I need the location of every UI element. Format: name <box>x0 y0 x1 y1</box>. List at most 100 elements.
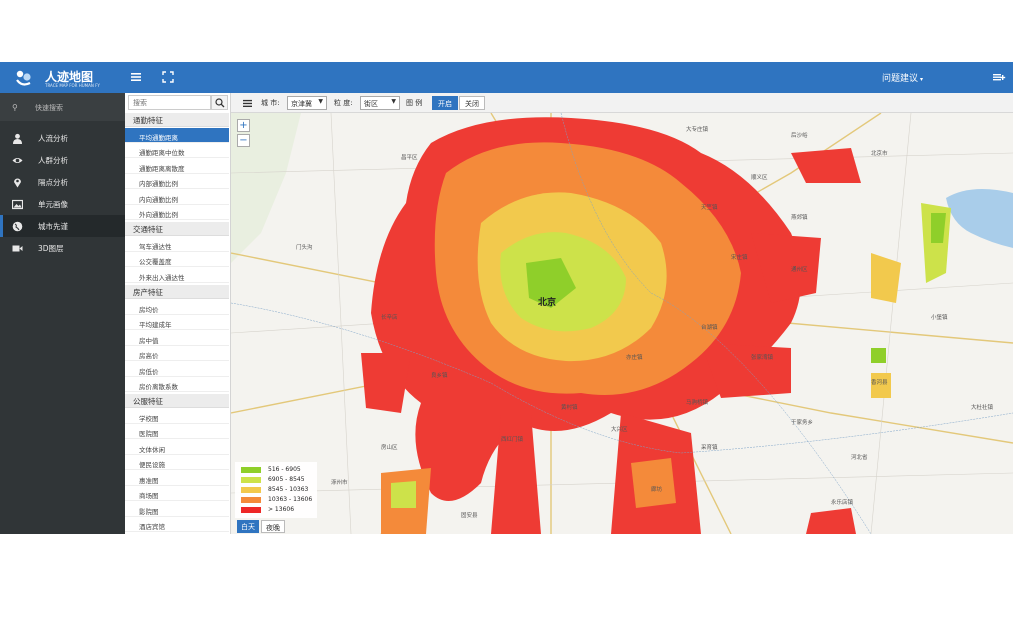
top-header: 人迹地图 TRACE MAP FOR HUMAN FY 问题建议 ▾ <box>0 62 1013 93</box>
zoom-out-button[interactable]: − <box>237 134 250 147</box>
sidebar-item-3d[interactable]: 3D图层 <box>0 237 125 259</box>
indicator-item[interactable]: 通勤距离离散度 <box>125 159 229 174</box>
group-header-public[interactable]: 公服特征 <box>125 394 229 408</box>
quick-search[interactable]: ⚲ 快速搜索 <box>0 93 125 121</box>
menu-list-icon[interactable] <box>129 70 143 84</box>
city-select[interactable]: 京津冀 ▼ <box>287 96 327 110</box>
legend-range: 516 - 6905 <box>268 466 301 473</box>
chevron-down-icon: ▼ <box>318 98 323 105</box>
indicator-item[interactable]: 内部通勤比例 <box>125 174 229 189</box>
sidebar-item-label: 人流分析 <box>38 134 68 143</box>
legend-swatch <box>241 507 261 513</box>
sidebar-item-crowd[interactable]: 人群分析 <box>0 149 125 171</box>
search-button[interactable] <box>211 95 228 110</box>
place-label: 后沙峪 <box>791 133 808 139</box>
legend-range: 10363 - 13606 <box>268 496 313 503</box>
legend-swatch <box>241 487 261 493</box>
feedback-menu[interactable]: 问题建议 ▾ <box>882 71 923 84</box>
indicator-item[interactable]: 房均价 <box>125 300 229 315</box>
place-label: 大兴区 <box>611 427 628 433</box>
fullscreen-icon[interactable] <box>161 70 175 84</box>
legend-swatch <box>241 467 261 473</box>
place-label: 台湖镇 <box>701 325 718 331</box>
city-center-label: 北京 <box>538 298 557 308</box>
map-legend: 516 - 6905 6905 - 8545 8545 - 10363 1036… <box>235 462 317 518</box>
group-header-traffic[interactable]: 交通特征 <box>125 222 229 236</box>
feedback-label: 问题建议 <box>882 74 919 84</box>
indicator-item[interactable]: 房中值 <box>125 331 229 346</box>
indicator-item[interactable]: 房低价 <box>125 362 229 377</box>
indicator-item[interactable]: 平均建成年 <box>125 315 229 330</box>
place-label: 大专庄镇 <box>686 127 709 133</box>
place-label: 昌平区 <box>401 155 418 161</box>
granularity-value: 街区 <box>364 100 378 108</box>
map-canvas[interactable] <box>231 113 1013 534</box>
main-sidebar: ⚲ 快速搜索 人流分析 人群分析 隔点分析 单元画像 城市先谨 3D图层 <box>0 93 125 534</box>
place-label: 香河县 <box>871 380 888 386</box>
indicator-item[interactable]: 通勤距离中位数 <box>125 143 229 158</box>
indicator-item[interactable]: 商场图 <box>125 486 229 501</box>
legend-range: 6905 - 8545 <box>268 476 305 483</box>
legend-label: 图 例 <box>406 99 423 107</box>
indicator-item[interactable]: 文体休闲 <box>125 440 229 455</box>
place-label: 马驹桥镇 <box>686 400 709 406</box>
place-label: 小堡镇 <box>931 315 948 321</box>
globe-icon <box>12 221 23 232</box>
legend-swatch <box>241 497 261 503</box>
place-label: 于家务乡 <box>791 420 814 426</box>
list-icon[interactable] <box>243 99 252 108</box>
sidebar-item-point[interactable]: 隔点分析 <box>0 171 125 193</box>
night-mode-button[interactable]: 夜晚 <box>261 520 285 533</box>
place-label: 永乐店镇 <box>831 500 854 506</box>
app-window: 人迹地图 TRACE MAP FOR HUMAN FY 问题建议 ▾ ⚲ 快速搜索 <box>0 62 1013 534</box>
indicator-item[interactable]: 医院图 <box>125 424 229 439</box>
indicator-panel: 通勤特征 平均通勤距离 通勤距离中位数 通勤距离离散度 内部通勤比例 内向通勤比… <box>125 93 231 534</box>
indicator-item[interactable]: 公交覆盖度 <box>125 252 229 267</box>
place-label: 西红门镇 <box>501 437 524 443</box>
indicator-item[interactable]: 外来出入通达性 <box>125 268 229 283</box>
sidebar-item-label: 单元画像 <box>38 200 68 209</box>
indicator-item[interactable]: 内向通勤比例 <box>125 190 229 205</box>
app-subtitle: TRACE MAP FOR HUMAN FY <box>45 83 100 88</box>
group-header-housing[interactable]: 房产特征 <box>125 285 229 299</box>
legend-on-button[interactable]: 开启 <box>432 96 458 110</box>
legend-swatch <box>241 477 261 483</box>
indicator-avg-commute[interactable]: 平均通勤距离 <box>125 128 229 143</box>
indicator-item[interactable]: 房价离散系数 <box>125 377 229 392</box>
place-label: 通州区 <box>791 267 808 273</box>
indicator-item[interactable]: 驾车通达性 <box>125 237 229 252</box>
indicator-item[interactable]: 影院图 <box>125 502 229 517</box>
sidebar-item-portrait[interactable]: 单元画像 <box>0 193 125 215</box>
legend-range: 8545 - 10363 <box>268 486 309 493</box>
place-label: 涿州市 <box>331 480 348 486</box>
place-label: 门头沟 <box>296 245 313 251</box>
indicator-search-input[interactable] <box>128 95 211 110</box>
app-logo[interactable]: 人迹地图 TRACE MAP FOR HUMAN FY <box>14 67 124 89</box>
place-label: 采育镇 <box>701 445 718 451</box>
user-menu-icon[interactable] <box>992 70 1006 84</box>
place-label: 固安县 <box>461 513 478 519</box>
sidebar-item-flow[interactable]: 人流分析 <box>0 127 125 149</box>
place-label: 张家湾镇 <box>751 355 774 361</box>
granularity-select[interactable]: 街区 ▼ <box>360 96 400 110</box>
zoom-in-button[interactable]: + <box>237 119 250 132</box>
choropleth-map[interactable]: + − 北京 大专庄镇 后沙峪 北京市 天竺镇 通州区 大兴区 房山区 门头沟 … <box>231 113 1013 534</box>
logo-icon <box>16 70 31 86</box>
place-label: 大杜社镇 <box>971 405 994 411</box>
indicator-item[interactable]: 酒店宾馆 <box>125 517 229 532</box>
place-label: 燕郊镇 <box>791 215 808 221</box>
city-value: 京津冀 <box>291 100 312 108</box>
search-list-icon: ⚲ <box>12 103 18 112</box>
indicator-item[interactable]: 惠准图 <box>125 471 229 486</box>
legend-off-button[interactable]: 关闭 <box>459 96 485 110</box>
indicator-item[interactable]: 学校图 <box>125 409 229 424</box>
day-mode-button[interactable]: 白天 <box>237 520 259 533</box>
indicator-item[interactable]: 房高价 <box>125 346 229 361</box>
sidebar-item-city[interactable]: 城市先谨 <box>0 215 125 237</box>
city-label: 城 市: <box>261 99 280 107</box>
indicator-item[interactable]: 外向通勤比例 <box>125 205 229 220</box>
indicator-item[interactable]: 便民设施 <box>125 455 229 470</box>
group-header-commute[interactable]: 通勤特征 <box>125 113 229 127</box>
place-label: 宋庄镇 <box>731 255 748 261</box>
place-label: 良乡镇 <box>431 373 448 379</box>
